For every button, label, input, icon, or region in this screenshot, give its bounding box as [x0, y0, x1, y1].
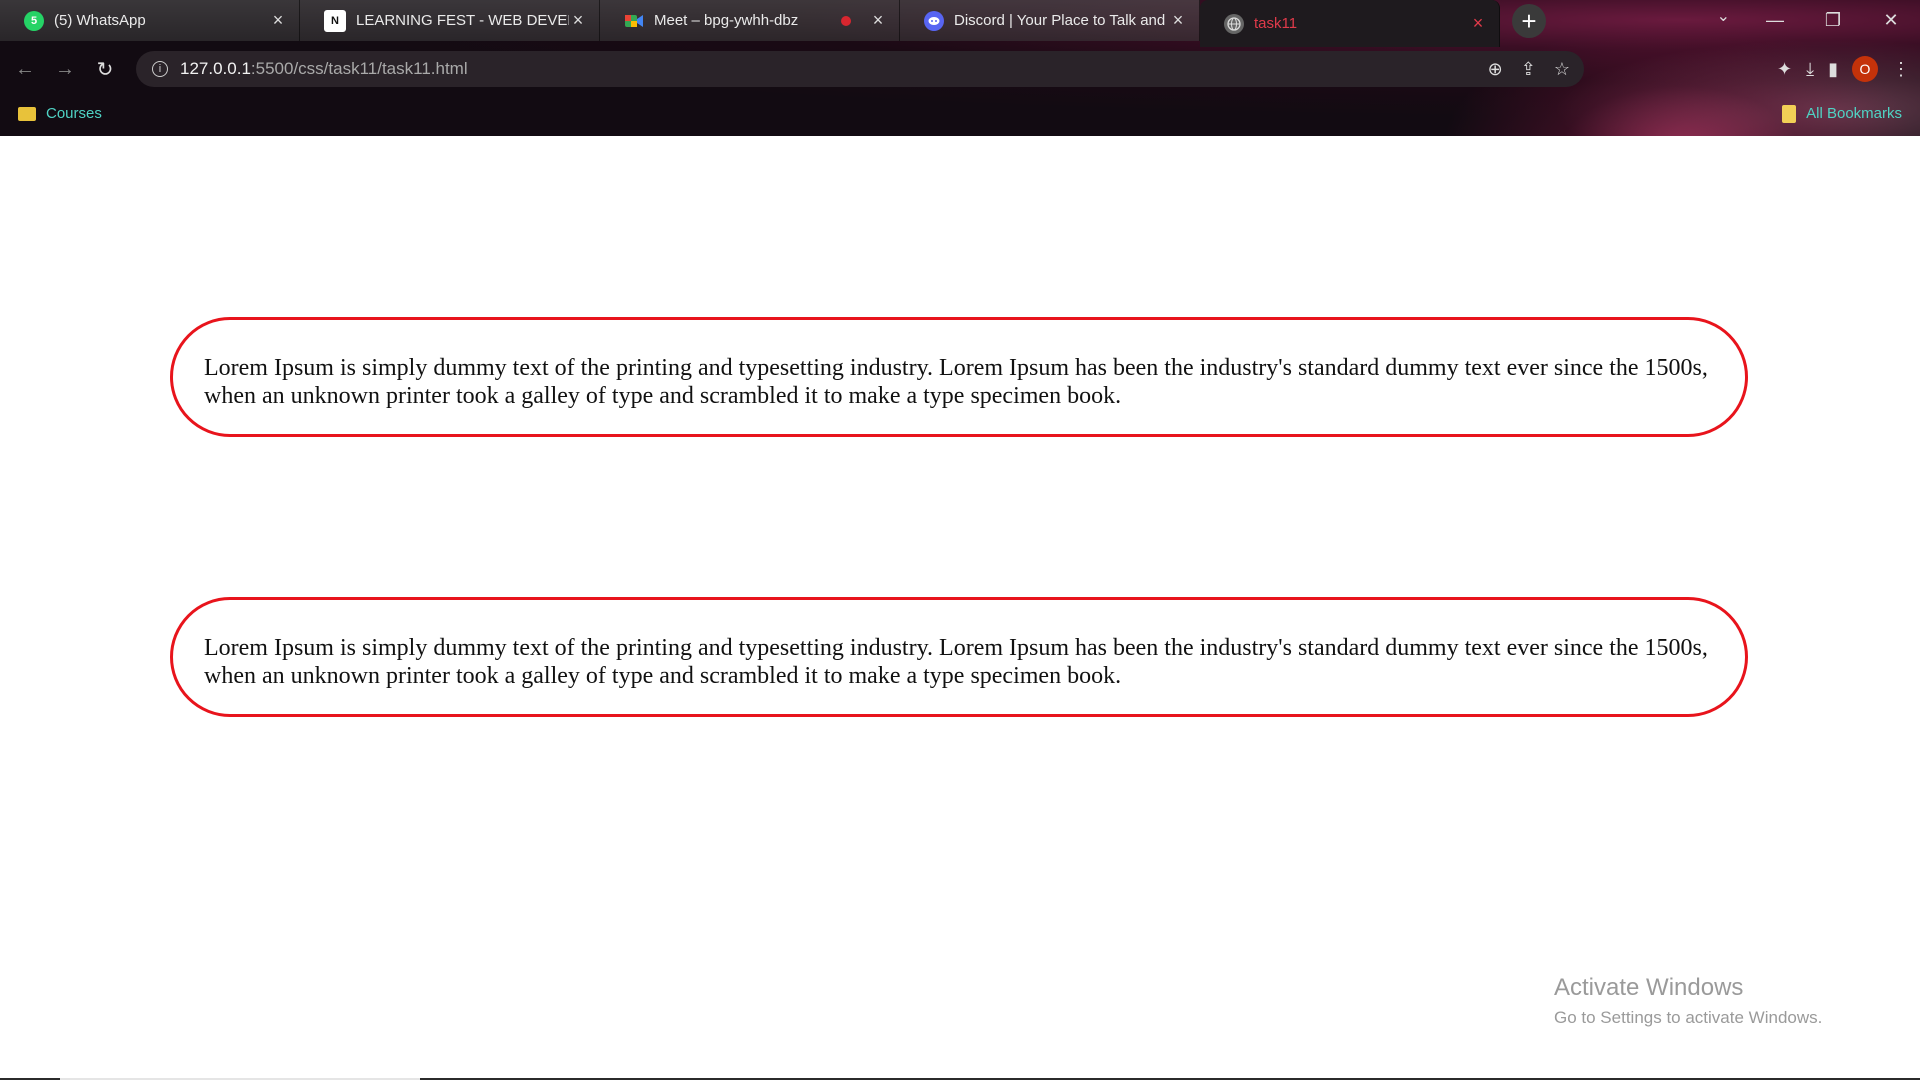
discord-icon	[924, 10, 944, 31]
window-controls: — ❐ ✕	[1746, 0, 1920, 40]
extensions-puzzle-icon[interactable]: ✦	[1777, 59, 1792, 80]
tab-search-chevron-icon[interactable]: ⌄	[1717, 6, 1730, 26]
tab-label: (5) WhatsApp	[54, 12, 146, 29]
toolbar: ← → ↻ i 127.0.0.1:5500/css/task11/task11…	[0, 47, 1920, 91]
tab-label: LEARNING FEST - WEB DEVELOP	[356, 12, 569, 29]
bookmark-courses[interactable]: Courses	[18, 105, 102, 122]
google-meet-icon	[624, 11, 644, 31]
tab-notion[interactable]: N LEARNING FEST - WEB DEVELOP ×	[300, 0, 600, 41]
bookmark-label: Courses	[46, 105, 102, 122]
close-icon[interactable]: ×	[1469, 13, 1487, 34]
bookmark-label: All Bookmarks	[1806, 105, 1902, 122]
recording-indicator-icon	[841, 15, 851, 26]
watermark-title: Activate Windows	[1554, 974, 1744, 1001]
bookmark-star-icon[interactable]: ☆	[1554, 59, 1570, 80]
url-host: 127.0.0.1	[180, 59, 251, 78]
side-panel-icon[interactable]: ▮	[1828, 59, 1838, 80]
browser-chrome: 5 (5) WhatsApp × N LEARNING FEST - WEB D…	[0, 0, 1920, 136]
all-bookmarks[interactable]: All Bookmarks	[1782, 104, 1902, 123]
close-icon[interactable]: ×	[269, 10, 287, 31]
watermark-subtitle: Go to Settings to activate Windows.	[1554, 1008, 1823, 1027]
notion-icon: N	[324, 9, 346, 32]
tab-strip: 5 (5) WhatsApp × N LEARNING FEST - WEB D…	[0, 0, 1920, 47]
bookmarks-bar: Courses All Bookmarks	[0, 91, 1920, 136]
tab-task11[interactable]: task11 ×	[1200, 0, 1500, 47]
reload-icon[interactable]: ↻	[86, 50, 124, 88]
tab-discord[interactable]: Discord | Your Place to Talk and ×	[900, 0, 1200, 41]
close-icon[interactable]: ×	[1169, 10, 1187, 31]
tab-label: Discord | Your Place to Talk and	[954, 12, 1166, 29]
url-path: :5500/css/task11/task11.html	[250, 59, 468, 78]
download-icon[interactable]: ⤓	[1806, 59, 1814, 80]
classroom-icon	[18, 106, 36, 121]
profile-avatar[interactable]: O	[1852, 56, 1878, 82]
tab-label: task11	[1254, 15, 1298, 32]
globe-icon	[1224, 13, 1244, 34]
forward-arrow-icon[interactable]: →	[46, 50, 84, 88]
new-tab-button[interactable]: +	[1512, 4, 1546, 38]
activate-windows-watermark: Activate Windows Go to Settings to activ…	[1554, 974, 1822, 1028]
share-icon[interactable]: ⇪	[1521, 59, 1536, 80]
folder-icon	[1782, 104, 1797, 123]
bordered-paragraph: Lorem Ipsum is simply dummy text of the …	[170, 597, 1748, 717]
close-icon[interactable]: ×	[569, 10, 587, 31]
restore-icon[interactable]: ❐	[1804, 0, 1862, 40]
menu-kebab-icon[interactable]: ⋮	[1892, 59, 1910, 80]
site-info-icon[interactable]: i	[152, 61, 168, 77]
close-window-icon[interactable]: ✕	[1862, 0, 1920, 40]
close-icon[interactable]: ×	[869, 10, 887, 31]
tab-whatsapp[interactable]: 5 (5) WhatsApp ×	[0, 0, 300, 41]
page-content: Lorem Ipsum is simply dummy text of the …	[0, 136, 1920, 1080]
tab-meet[interactable]: Meet – bpg-ywhh-dbz ×	[600, 0, 900, 41]
whatsapp-icon: 5	[24, 10, 44, 31]
bordered-paragraph: Lorem Ipsum is simply dummy text of the …	[170, 317, 1748, 437]
minimize-icon[interactable]: —	[1746, 0, 1804, 40]
tab-label: Meet – bpg-ywhh-dbz	[654, 12, 799, 29]
address-bar[interactable]: i 127.0.0.1:5500/css/task11/task11.html …	[136, 51, 1584, 87]
zoom-icon[interactable]: ⊕	[1488, 59, 1503, 80]
back-arrow-icon[interactable]: ←	[6, 50, 44, 88]
